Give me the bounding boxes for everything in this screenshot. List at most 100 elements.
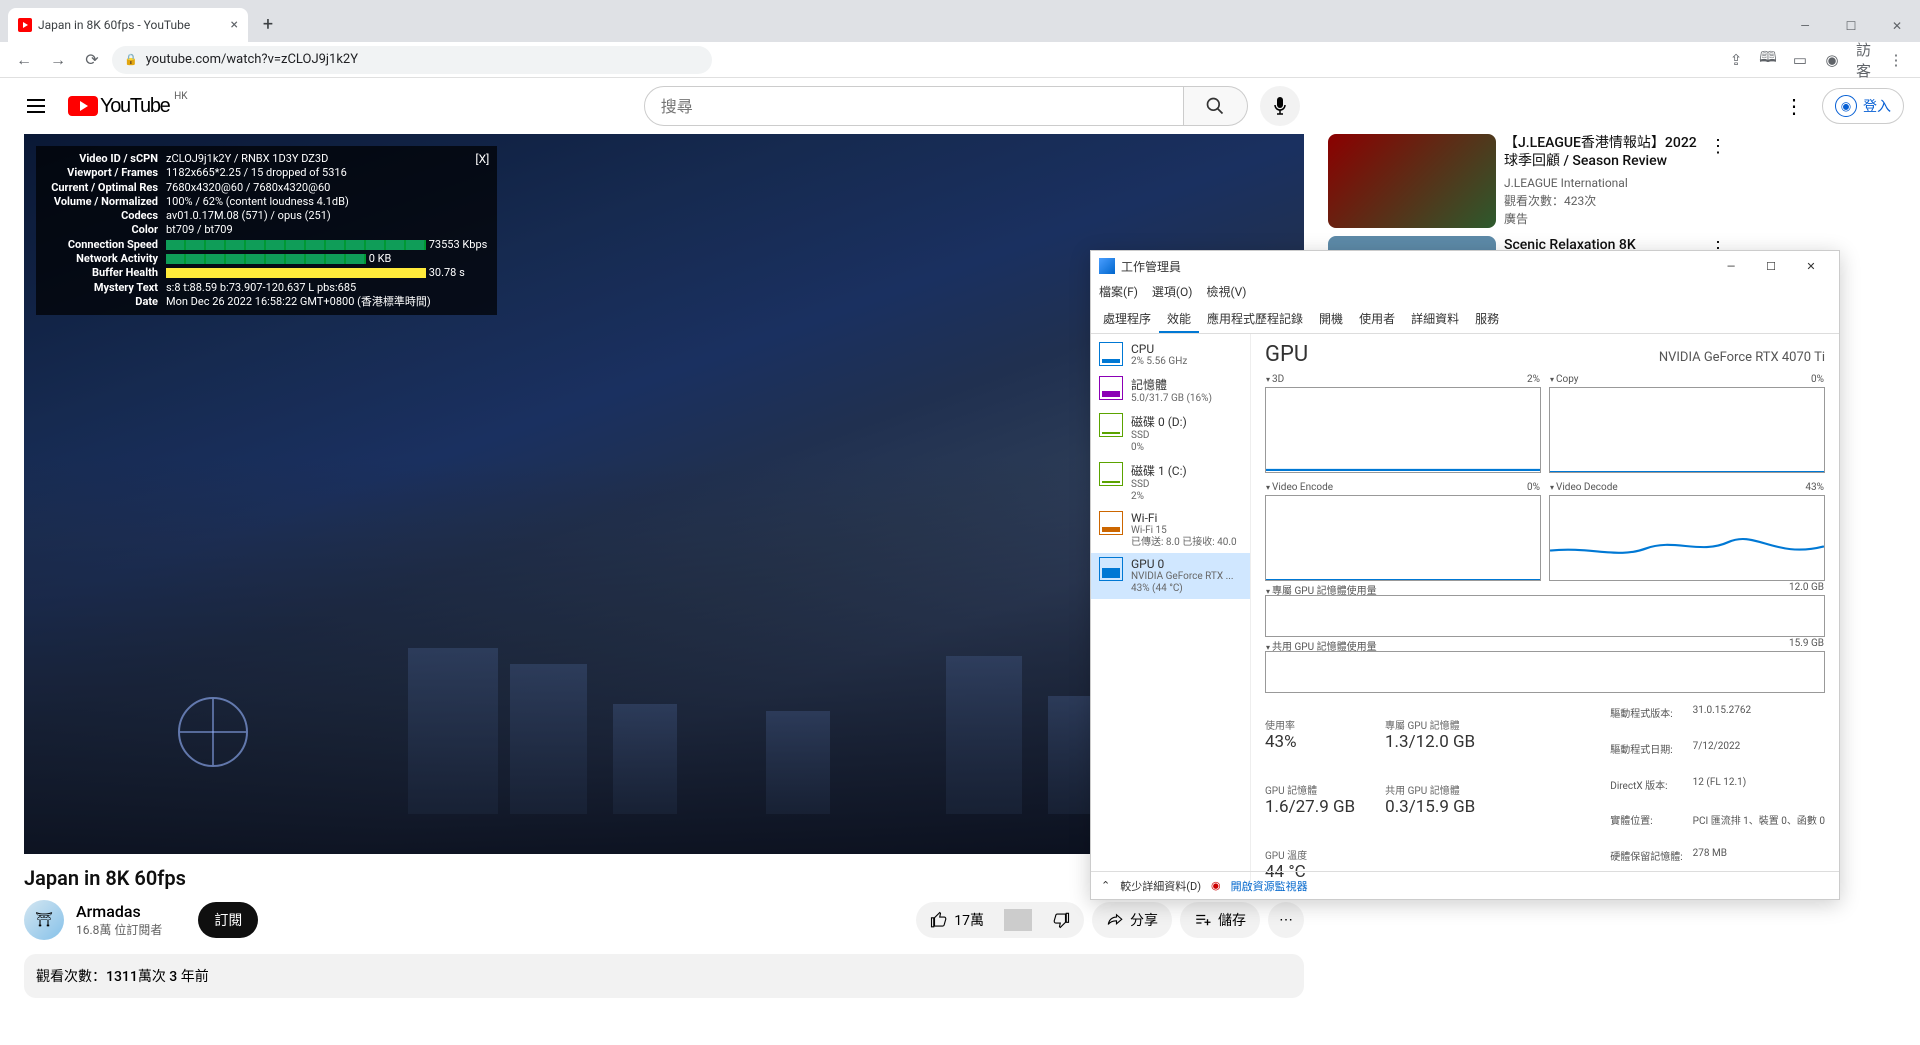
tm-menu-item[interactable]: 檢視(V) (1206, 283, 1246, 300)
nerds-value: bt709 / bt709 (166, 223, 233, 237)
signin-button[interactable]: ◉ 登入 (1822, 88, 1904, 124)
maximize-icon[interactable]: ☐ (1828, 10, 1874, 42)
tm-tab[interactable]: 使用者 (1351, 306, 1403, 333)
resource-monitor-icon: ◉ (1211, 879, 1221, 892)
tm-side-item[interactable]: 磁碟 1 (C:)SSD2% (1091, 458, 1250, 507)
tm-tab[interactable]: 詳細資料 (1403, 306, 1467, 333)
share-icon[interactable]: ⇪ (1722, 46, 1750, 74)
subscriber-count: 16.8萬 位訂閱者 (76, 921, 162, 938)
description-box[interactable]: 觀看次數：1311萬次 3 年前 (24, 954, 1304, 998)
settings-menu-icon[interactable]: ⋮ (1774, 86, 1814, 126)
views-date: 觀看次數：1311萬次 3 年前 (36, 969, 209, 985)
voice-search-button[interactable] (1260, 86, 1300, 126)
tm-side-item[interactable]: 磁碟 0 (D:)SSD0% (1091, 409, 1250, 458)
person-icon: ◉ (1835, 95, 1857, 117)
search-icon (1205, 96, 1225, 116)
more-actions-button[interactable]: ⋯ (1268, 902, 1304, 938)
tm-minimize-icon[interactable]: — (1711, 252, 1751, 280)
taskmgr-app-icon (1099, 258, 1115, 274)
share-icon (1106, 911, 1124, 929)
nerds-row: Video ID / sCPNzCLOJ9j1k2Y / RNBX 1D3Y D… (46, 152, 487, 166)
tm-close-icon[interactable]: ✕ (1791, 252, 1831, 280)
nerds-value: 73553 Kbps (166, 238, 487, 252)
tm-side-item[interactable]: CPU2% 5.56 GHz (1091, 338, 1250, 372)
chrome-menu-icon[interactable]: ⋮ (1882, 46, 1910, 74)
tm-tab[interactable]: 處理程序 (1095, 306, 1159, 333)
tm-side-name: Wi-Fi (1131, 511, 1237, 525)
new-tab-button[interactable]: + (254, 10, 282, 38)
search-input[interactable] (644, 86, 1184, 126)
tm-maximize-icon[interactable]: ☐ (1751, 252, 1791, 280)
nerds-row: Volume / Normalized100% / 62% (content l… (46, 195, 487, 209)
tm-side-item[interactable]: 記憶體5.0/31.7 GB (16%) (1091, 372, 1250, 409)
tm-chart-label: 共用 GPU 記憶體使用量 (1266, 638, 1377, 653)
tm-chart[interactable]: Video Encode0% (1265, 495, 1541, 581)
youtube-logo-text: YouTube (100, 95, 170, 118)
nerds-row: DateMon Dec 26 2022 16:58:22 GMT+0800 (香… (46, 295, 487, 309)
youtube-logo[interactable]: YouTube HK (68, 95, 170, 118)
tm-side-sub: 43% (44 °C) (1131, 583, 1234, 595)
search-button[interactable] (1184, 86, 1248, 126)
hamburger-menu-icon[interactable] (16, 86, 56, 126)
translate-icon[interactable]: 🕮 (1754, 46, 1782, 74)
share-button[interactable]: 分享 (1092, 902, 1172, 938)
nerds-value: av01.0.17M.08 (571) / opus (251) (166, 209, 331, 223)
chevron-up-icon[interactable]: ⌃ (1101, 879, 1110, 892)
task-manager-window[interactable]: 工作管理員 — ☐ ✕ 檔案(F) 選項(O) 檢視(V) 處理程序效能應用程式歷程… (1090, 250, 1840, 900)
share-label: 分享 (1130, 910, 1158, 930)
browser-tab[interactable]: Japan in 8K 60fps - YouTube × (8, 8, 248, 42)
search-form (644, 86, 1300, 126)
tm-footer: ⌃ 較少詳細資料(D) ◉ 開啟資源監視器 (1091, 871, 1839, 899)
tm-titlebar[interactable]: 工作管理員 — ☐ ✕ (1091, 251, 1839, 281)
tm-tab[interactable]: 服務 (1467, 306, 1507, 333)
nerds-value: Mon Dec 26 2022 16:58:22 GMT+0800 (香港標準時… (166, 295, 431, 309)
subscribe-button[interactable]: 訂閱 (198, 902, 258, 938)
microphone-icon (1272, 96, 1288, 116)
tm-tab[interactable]: 開機 (1311, 306, 1351, 333)
save-button[interactable]: 儲存 (1180, 902, 1260, 938)
channel-name[interactable]: Armadas (76, 902, 162, 921)
tm-open-resmon[interactable]: 開啟資源監視器 (1231, 878, 1308, 894)
tm-less-details[interactable]: 較少詳細資料(D) (1120, 878, 1201, 894)
tm-side-sub: 5.0/31.7 GB (16%) (1131, 393, 1212, 405)
back-icon[interactable]: ← (10, 46, 38, 74)
tm-tab[interactable]: 效能 (1159, 306, 1199, 333)
chrome-toolbar: ← → ⟳ 🔒 youtube.com/watch?v=zCLOJ9j1k2Y … (0, 42, 1920, 78)
rec-thumbnail[interactable] (1328, 134, 1496, 228)
tm-side-item[interactable]: GPU 0NVIDIA GeForce RTX ...43% (44 °C) (1091, 553, 1250, 599)
address-bar[interactable]: 🔒 youtube.com/watch?v=zCLOJ9j1k2Y (112, 46, 712, 74)
tm-tab[interactable]: 應用程式歷程記錄 (1199, 306, 1311, 333)
tm-side-sub: SSD (1131, 479, 1187, 491)
url-text: youtube.com/watch?v=zCLOJ9j1k2Y (146, 52, 358, 67)
like-button[interactable]: 17萬 (916, 902, 998, 938)
tm-side-sub: 2% 5.56 GHz (1131, 356, 1187, 368)
mini-graph-icon (1099, 511, 1123, 535)
tm-chart[interactable]: Video Decode43% (1549, 495, 1825, 581)
tm-menu-item[interactable]: 檔案(F) (1099, 283, 1138, 300)
minimize-icon[interactable]: — (1782, 10, 1828, 42)
rec-menu-icon[interactable]: ⋮ (1706, 134, 1730, 228)
tm-chart[interactable]: Copy0% (1549, 387, 1825, 473)
recommendation-item[interactable]: 【J.LEAGUE香港情報站】2022球季回顧 / Season ReviewJ… (1328, 134, 1730, 228)
tm-side-item[interactable]: Wi-FiWi-Fi 15已傳送: 8.0 已接收: 40.0 (1091, 507, 1250, 553)
panel-icon[interactable]: ▭ (1786, 46, 1814, 74)
tm-menu-item[interactable]: 選項(O) (1152, 283, 1193, 300)
forward-icon[interactable]: → (44, 46, 72, 74)
close-tab-icon[interactable]: × (231, 17, 238, 33)
dislike-button[interactable] (1038, 902, 1084, 938)
close-window-icon[interactable]: ✕ (1874, 10, 1920, 42)
nerds-label: Date (46, 295, 166, 309)
nerds-value: zCLOJ9j1k2Y / RNBX 1D3Y DZ3D (166, 152, 328, 166)
tm-mem-chart[interactable]: 共用 GPU 記憶體使用量15.9 GB (1265, 651, 1825, 693)
close-nerds-icon[interactable]: [X] (475, 152, 489, 168)
tm-chart[interactable]: 3D2% (1265, 387, 1541, 473)
channel-avatar[interactable]: ⛩ (24, 900, 64, 940)
profile-icon[interactable]: ◉ (1818, 46, 1846, 74)
tm-stat-label: GPU 溫度 (1265, 847, 1355, 862)
tm-tabs: 處理程序效能應用程式歷程記錄開機使用者詳細資料服務 (1091, 302, 1839, 334)
save-label: 儲存 (1218, 910, 1246, 930)
reload-icon[interactable]: ⟳ (78, 46, 106, 74)
tm-mem-chart[interactable]: 專屬 GPU 記憶體使用量12.0 GB (1265, 595, 1825, 637)
tm-side-sub: 已傳送: 8.0 已接收: 40.0 (1131, 537, 1237, 549)
tm-detail-value: PCI 匯流排 1、裝置 0、函數 0 (1693, 812, 1825, 846)
